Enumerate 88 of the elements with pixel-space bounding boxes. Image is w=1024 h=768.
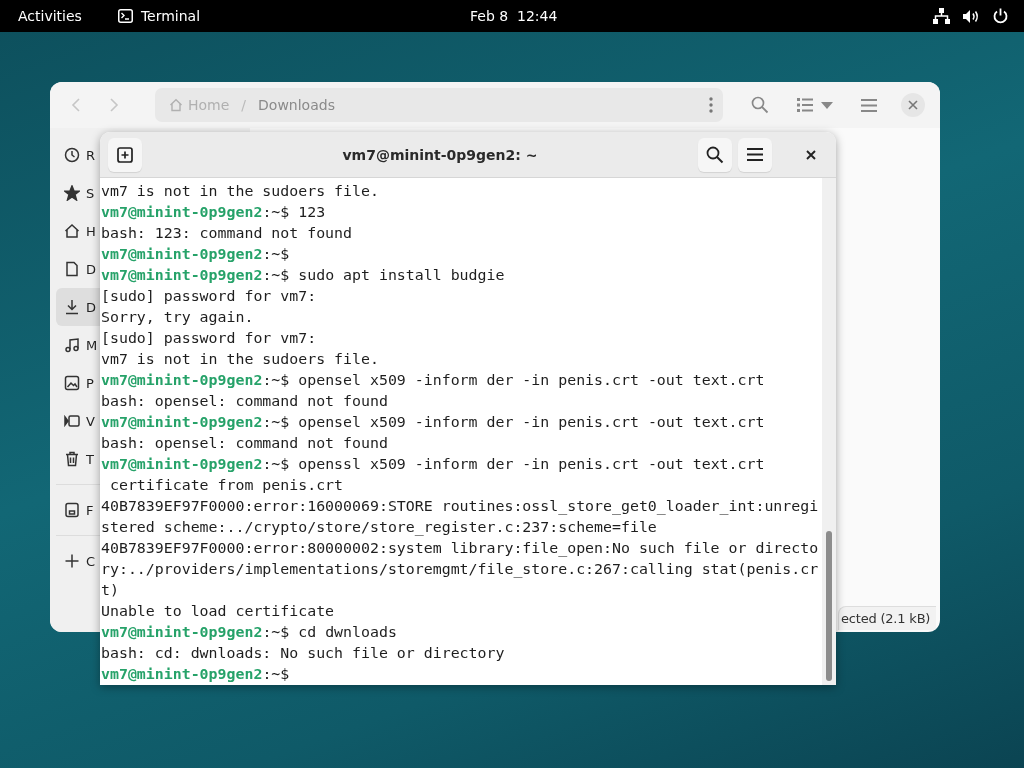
output-line: 40B7839EF97F0000:error:80000002:system library:file_open:No such file or directo <box>101 539 819 557</box>
output-line: bash: opensel: command not found <box>101 434 388 452</box>
output-line: [sudo] password for vm7: <box>101 329 317 347</box>
prompt-path: :~$ <box>262 245 290 263</box>
home-icon <box>64 223 80 239</box>
command-text: opensel x509 -inform der -in penis.crt -out text.crt <box>297 413 765 431</box>
command-text: openssl x509 -inform der -in penis.crt -out text.crt <box>297 455 765 473</box>
picture-icon <box>64 375 80 391</box>
volume-icon[interactable] <box>963 8 980 24</box>
status-label: ected (2.1 kB) <box>838 606 937 630</box>
command-text: opensel x509 -inform der -in penis.crt -out text.crt <box>297 371 765 389</box>
output-line: Sorry, try again. <box>101 308 254 326</box>
list-view-icon[interactable] <box>797 98 813 112</box>
prompt-user: vm7@minint-0p9gen2 <box>101 413 263 431</box>
output-line: vm7 is not in the sudoers file. <box>101 350 379 368</box>
sidebar-item[interactable]: D <box>56 250 100 288</box>
menu-button[interactable] <box>738 137 772 172</box>
star-icon <box>64 185 80 201</box>
chevron-left-icon <box>71 98 81 112</box>
clock-icon <box>64 147 80 163</box>
new-tab-button[interactable] <box>108 137 142 172</box>
clock[interactable]: Feb 8 12:44 <box>470 8 558 24</box>
prompt-user: vm7@minint-0p9gen2 <box>101 455 263 473</box>
output-line: certificate from penis.crt <box>108 476 344 494</box>
prompt-user: vm7@minint-0p9gen2 <box>101 203 263 221</box>
prompt-user: vm7@minint-0p9gen2 <box>101 266 263 284</box>
video-icon <box>64 413 80 429</box>
sidebar-item[interactable]: S <box>56 174 100 212</box>
sidebar-item[interactable]: D <box>56 288 100 326</box>
prompt-path: :~$ <box>262 371 290 389</box>
menu-icon <box>747 148 763 161</box>
output-line: ry:../providers/implementations/storemgmt/file_store.c:267:calling stat(penis.cr <box>101 560 819 578</box>
home-icon <box>169 98 183 112</box>
sidebar-item[interactable]: H <box>56 212 100 250</box>
command-text: sudo apt install budgie <box>297 266 505 284</box>
prompt-path: :~$ <box>262 413 290 431</box>
app-menu-label[interactable]: Terminal <box>140 8 201 24</box>
output-line: stered scheme:../crypto/store/store_register.c:237:scheme=file <box>101 518 657 536</box>
terminal-icon[interactable] <box>117 9 133 23</box>
command-text: 123 <box>297 203 326 221</box>
output-line: t) <box>101 581 119 599</box>
output-line: bash: cd: dwnloads: No such file or directory <box>101 644 505 662</box>
search-button[interactable] <box>698 137 732 172</box>
output-line: [sudo] password for vm7: <box>101 287 317 305</box>
plus-icon <box>64 553 80 569</box>
caret-icon[interactable] <box>821 101 833 109</box>
sidebar-item[interactable]: V <box>56 402 100 440</box>
menu-icon[interactable] <box>861 98 877 112</box>
close-button[interactable] <box>901 93 925 117</box>
sidebar-item[interactable]: M <box>56 326 100 364</box>
output-line: vm7 is not in the sudoers file. <box>101 182 379 200</box>
output-line: 40B7839EF97F0000:error:16000069:STORE routines:ossl_store_get0_loader_int:unregi <box>101 497 819 515</box>
search-icon[interactable] <box>751 96 769 114</box>
prompt-path: :~$ <box>262 623 290 641</box>
music-icon <box>64 337 80 353</box>
sidebar-item[interactable]: R <box>56 136 100 174</box>
prompt-user: vm7@minint-0p9gen2 <box>101 665 263 683</box>
close-icon <box>806 149 816 160</box>
window-title: vm7@minint-0p9gen2: ~ <box>341 146 539 163</box>
sidebar-item[interactable]: F <box>56 491 100 529</box>
network-icon[interactable] <box>933 8 950 24</box>
command-text: cd dwnloads <box>297 623 397 641</box>
prompt-path: :~$ <box>262 266 290 284</box>
plus-square-icon <box>117 146 133 163</box>
search-icon <box>706 145 724 164</box>
activities-button[interactable]: Activities <box>0 0 100 32</box>
trash-icon <box>64 451 80 467</box>
document-icon <box>64 261 80 277</box>
prompt-path: :~$ <box>262 665 290 683</box>
more-icon[interactable] <box>709 97 713 113</box>
close-icon <box>908 100 918 110</box>
sidebar-item[interactable]: C <box>56 542 100 580</box>
prompt-user: vm7@minint-0p9gen2 <box>101 371 263 389</box>
chevron-right-icon <box>109 98 119 112</box>
sidebar-item[interactable]: T <box>56 440 100 478</box>
output-line: bash: opensel: command not found <box>101 392 388 410</box>
sidebar-item[interactable]: P <box>56 364 100 402</box>
download-icon <box>64 299 80 315</box>
prompt-user: vm7@minint-0p9gen2 <box>101 623 263 641</box>
output-line: Unable to load certificate <box>101 602 335 620</box>
prompt-path: :~$ <box>262 455 290 473</box>
output-line: bash: 123: command not found <box>101 224 353 242</box>
power-icon[interactable] <box>993 8 1008 24</box>
prompt-user: vm7@minint-0p9gen2 <box>101 245 263 263</box>
scrollbar[interactable] <box>822 178 836 685</box>
path-separator: / <box>241 97 247 113</box>
drive-icon <box>64 502 80 518</box>
prompt-path: :~$ <box>262 203 290 221</box>
